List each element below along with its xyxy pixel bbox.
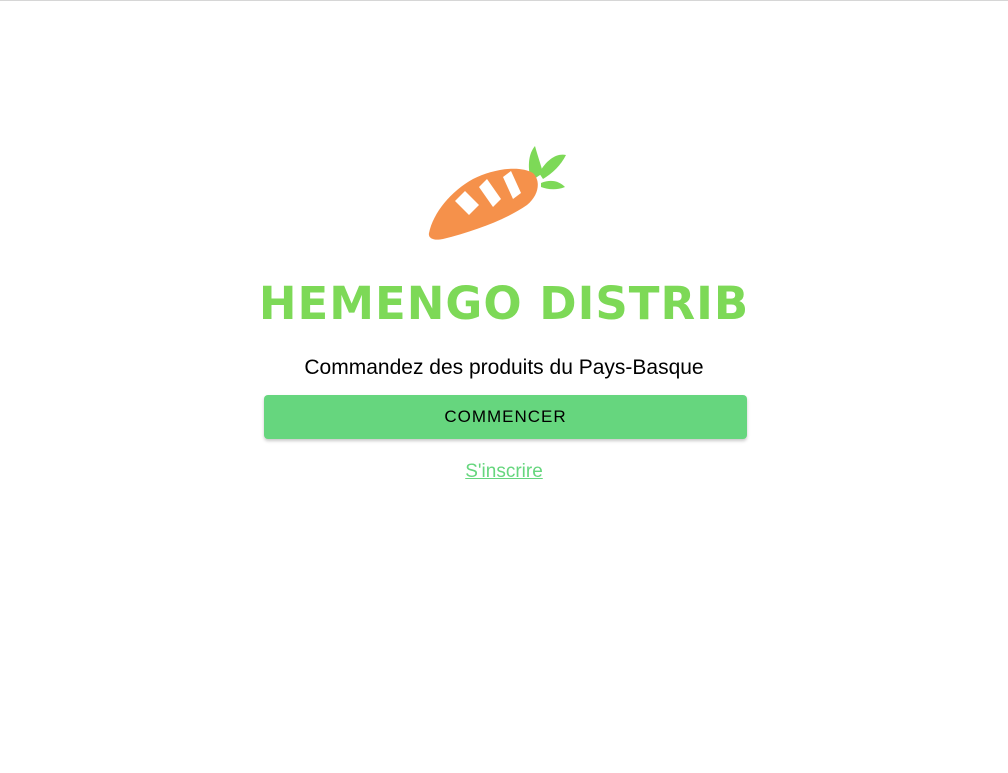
signup-link[interactable]: S'inscrire <box>465 461 543 482</box>
tagline: Commandez des produits du Pays-Basque <box>304 356 704 379</box>
top-border <box>0 0 1008 1</box>
signup-link-wrapper: S'inscrire <box>0 460 1008 484</box>
start-button[interactable]: COMMENCER <box>264 395 747 439</box>
brand-name: HEMENGO DISTRIB <box>258 277 750 330</box>
carrot-icon <box>428 146 566 240</box>
